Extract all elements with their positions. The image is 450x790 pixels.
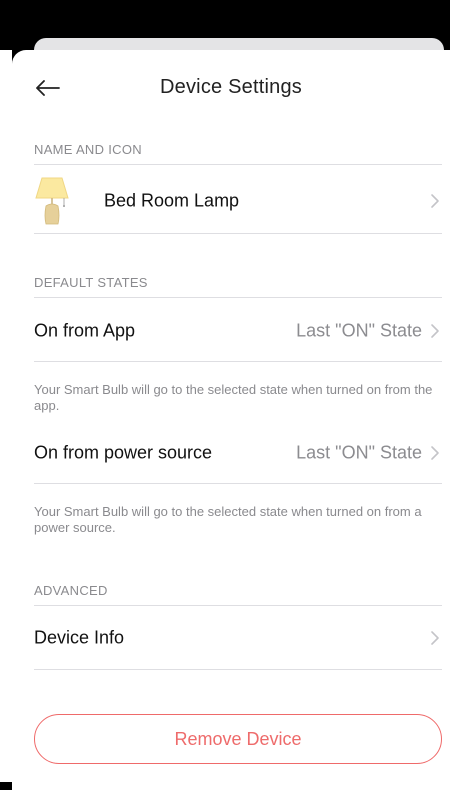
divider xyxy=(34,233,442,234)
divider xyxy=(34,164,442,165)
divider xyxy=(34,297,442,298)
on-from-app-value: Last "ON" State xyxy=(296,320,422,341)
on-from-app-label: On from App xyxy=(34,320,136,341)
on-from-app-row[interactable]: On from App Last "ON" State xyxy=(34,299,442,363)
divider xyxy=(34,361,442,362)
settings-sheet: Device Settings NAME AND ICON Bed Room L… xyxy=(12,50,450,790)
device-info-row[interactable]: Device Info xyxy=(34,606,442,670)
on-from-power-value: Last "ON" State xyxy=(296,442,422,463)
section-label-name-and-icon: NAME AND ICON xyxy=(34,142,142,157)
chevron-right-icon xyxy=(431,631,439,645)
on-from-power-help: Your Smart Bulb will go to the selected … xyxy=(34,504,422,535)
device-name: Bed Room Lamp xyxy=(104,190,240,211)
section-label-default-states: DEFAULT STATES xyxy=(34,275,148,290)
device-info-label: Device Info xyxy=(34,627,125,648)
device-name-row[interactable]: Bed Room Lamp xyxy=(34,169,442,233)
page-title: Device Settings xyxy=(160,76,302,98)
on-from-power-label: On from power source xyxy=(34,442,213,463)
chevron-right-icon xyxy=(431,194,439,208)
left-edge xyxy=(0,50,12,782)
remove-device-button[interactable]: Remove Device xyxy=(34,714,442,764)
table-lamp-icon xyxy=(35,177,69,225)
section-label-advanced: ADVANCED xyxy=(34,583,108,598)
on-from-power-row[interactable]: On from power source Last "ON" State xyxy=(34,421,442,485)
divider xyxy=(34,483,442,484)
chevron-right-icon xyxy=(431,446,439,460)
divider xyxy=(34,669,442,670)
on-from-app-help: Your Smart Bulb will go to the selected … xyxy=(34,382,433,413)
header: Device Settings xyxy=(12,50,450,124)
chevron-right-icon xyxy=(431,324,439,338)
